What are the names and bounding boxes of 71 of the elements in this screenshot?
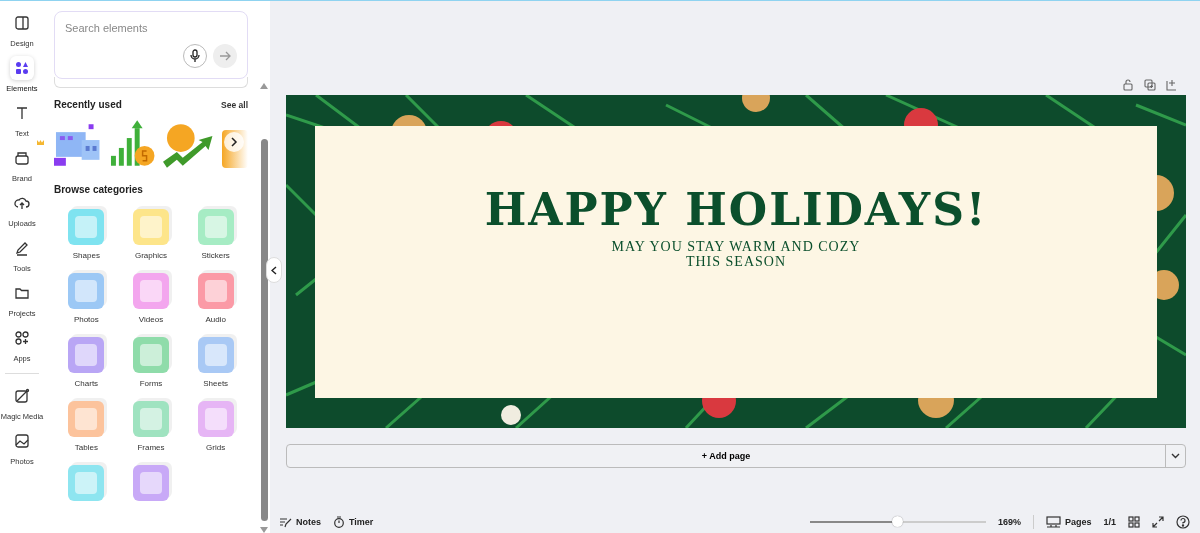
category-tile-icon[interactable] <box>197 401 234 437</box>
category-tile-icon[interactable] <box>68 209 105 245</box>
section-title: Recently used <box>54 99 122 110</box>
category-tile-icon[interactable] <box>68 273 105 309</box>
category-label: Audio <box>205 315 226 324</box>
design-icon <box>14 15 30 31</box>
fullscreen-icon[interactable] <box>1152 516 1164 528</box>
scrollbar[interactable] <box>260 83 268 533</box>
add-page-icon[interactable] <box>1166 79 1178 91</box>
notes-button[interactable]: Notes <box>279 516 321 528</box>
card-subtitle[interactable]: MAY YOU STAY WARM AND COZY <box>611 239 861 254</box>
see-all-link[interactable]: See all <box>221 99 248 110</box>
apps-icon <box>14 330 30 346</box>
category-tile-icon[interactable] <box>133 401 169 437</box>
category-tile-icon[interactable] <box>68 401 105 437</box>
category-tile-icon[interactable] <box>133 337 169 373</box>
category-tile-icon[interactable] <box>133 273 169 309</box>
card-subtitle[interactable]: THIS SEASON <box>685 254 787 269</box>
elements-icon <box>14 60 30 76</box>
chevron-left-icon <box>271 265 277 275</box>
page-count: 1/1 <box>1103 517 1116 527</box>
category-label: Shapes <box>72 251 100 260</box>
chevron-right-icon <box>230 137 238 147</box>
add-page-button[interactable]: + Add page <box>287 445 1165 467</box>
duplicate-icon[interactable] <box>1144 79 1156 91</box>
holiday-card-design[interactable]: HAPPY HOLIDAYS! MAY YOU STAY WARM AND COZY THIS SEASON <box>286 95 1186 428</box>
zoom-slider[interactable] <box>809 516 986 528</box>
grid-view-icon[interactable] <box>1128 516 1140 528</box>
arrow-right-icon <box>219 50 231 62</box>
category-tile-icon[interactable] <box>197 209 234 245</box>
category-label: Stickers <box>201 251 230 260</box>
text-icon <box>14 105 30 121</box>
card-headline[interactable]: HAPPY HOLIDAYS! <box>484 184 988 235</box>
growth-chart-icon <box>109 118 157 168</box>
submit-button[interactable] <box>213 44 237 68</box>
padlock-icon[interactable] <box>1122 79 1134 91</box>
pages-icon <box>1045 516 1061 528</box>
microphone-button[interactable] <box>183 44 207 68</box>
category-tile-icon[interactable] <box>197 273 234 309</box>
category-tile-icon[interactable] <box>133 465 169 501</box>
category-tile-icon[interactable] <box>133 209 169 245</box>
category-tile-icon[interactable] <box>197 337 234 373</box>
category-tile-icon[interactable] <box>68 337 105 373</box>
notes-icon <box>279 516 292 528</box>
category-label: Graphics <box>135 251 167 260</box>
category-label: Sheets <box>203 379 229 388</box>
category-label: Grids <box>206 443 226 452</box>
help-icon[interactable] <box>1176 515 1190 529</box>
category-label: Frames <box>137 443 165 452</box>
search-field[interactable]: Search elements <box>65 22 237 34</box>
category-label: Charts <box>74 379 99 388</box>
projects-icon <box>14 285 30 301</box>
category-label: Tables <box>74 443 98 452</box>
uploads-icon <box>14 195 30 211</box>
zoom-reading: 169% <box>997 517 1021 527</box>
section-title: Browse categories <box>54 184 144 195</box>
stopwatch-icon <box>333 516 345 528</box>
caret-icon <box>1171 453 1180 459</box>
scroll-down-icon <box>260 527 268 533</box>
timer-button[interactable]: Timer <box>333 516 374 528</box>
category-label: Photos <box>73 315 99 324</box>
pages-button[interactable]: Pages <box>1045 516 1092 528</box>
category-tile-icon[interactable] <box>68 465 105 501</box>
tools-icon <box>14 240 30 256</box>
scroll-up-icon <box>260 83 268 89</box>
photos-icon <box>14 433 30 449</box>
category-label: Videos <box>138 315 164 324</box>
category-label: Forms <box>139 379 163 388</box>
collapse-button[interactable] <box>266 257 282 283</box>
crown-icon <box>37 140 44 145</box>
microphone-icon <box>189 49 201 63</box>
